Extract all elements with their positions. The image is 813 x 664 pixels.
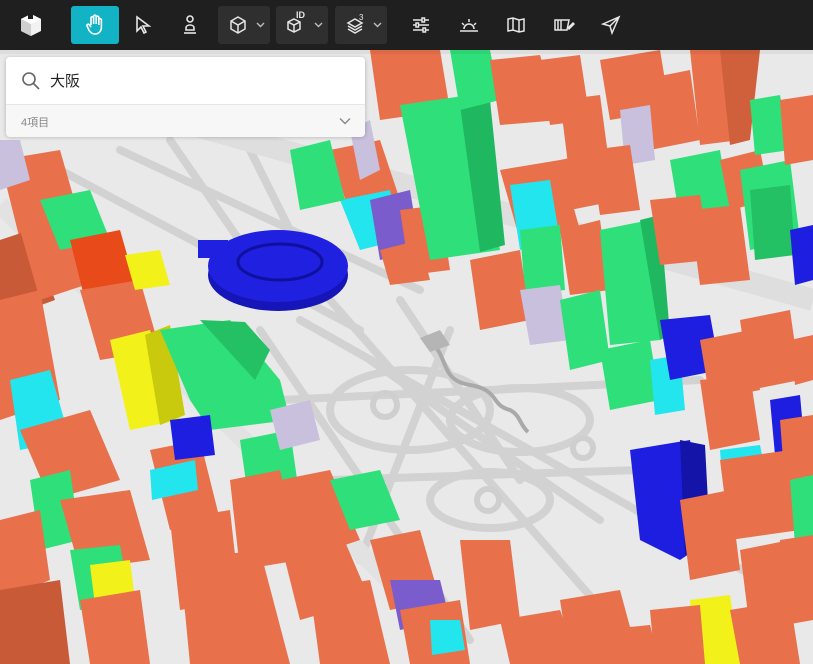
edit-button[interactable] — [545, 6, 583, 44]
pedestrian-tool-button[interactable] — [171, 6, 209, 44]
top-toolbar: ID 3 — [0, 0, 813, 50]
cube-icon — [230, 16, 246, 34]
eraser-edit-icon — [554, 19, 575, 31]
cursor-arrow-icon — [136, 15, 152, 35]
chevron-down-icon — [256, 22, 264, 28]
chevron-down-icon — [314, 22, 322, 28]
hand-icon — [86, 14, 103, 35]
settings-button[interactable] — [402, 6, 440, 44]
layers-dropdown[interactable]: 3 — [335, 6, 387, 44]
sliders-icon — [413, 17, 429, 33]
result-count: 4項目 — [21, 117, 50, 129]
sun-position-button[interactable] — [450, 6, 488, 44]
sunrise-icon — [460, 19, 478, 32]
display-mode-dropdown[interactable] — [218, 6, 270, 44]
send-arrow-icon — [601, 15, 621, 35]
select-tool-button[interactable] — [124, 6, 162, 44]
folded-map-icon — [507, 17, 525, 33]
chevron-down-icon — [373, 22, 381, 28]
base-map-button[interactable] — [497, 6, 535, 44]
id-display-dropdown[interactable]: ID — [276, 6, 328, 44]
chevron-down-icon — [339, 118, 351, 125]
pedestrian-icon — [184, 15, 196, 34]
search-panel: 4項目 — [6, 57, 365, 137]
search-icon — [22, 72, 40, 90]
share-button[interactable] — [592, 6, 630, 44]
cube-logo-icon[interactable] — [12, 6, 50, 44]
id-label: ID — [296, 10, 305, 20]
layers-count-label: 3 — [359, 13, 364, 22]
search-input[interactable] — [50, 69, 350, 91]
search-row — [6, 57, 365, 104]
pan-tool-button[interactable] — [71, 6, 119, 44]
search-results-toggle[interactable]: 4項目 — [6, 104, 365, 137]
